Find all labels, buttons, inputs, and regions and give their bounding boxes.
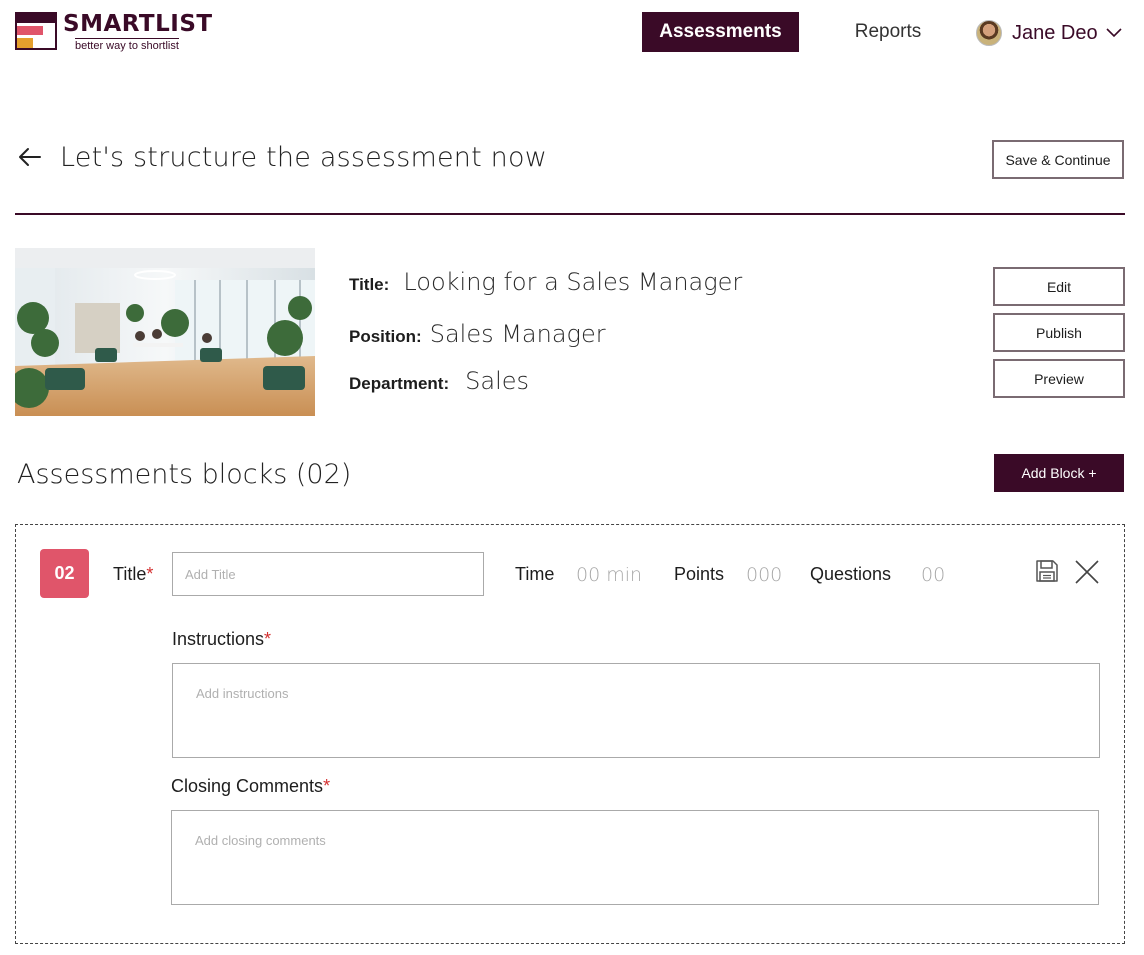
- time-value: 00 min: [576, 564, 643, 586]
- points-label: Points: [674, 564, 725, 584]
- smartlist-logo[interactable]: SMARTLIST better way to shortlist: [15, 11, 215, 52]
- instructions-label: Instructions*: [172, 629, 272, 649]
- required-mark: *: [264, 629, 272, 649]
- closing-comments-input[interactable]: [171, 810, 1099, 905]
- instructions-input[interactable]: [172, 663, 1100, 758]
- assessment-title: Looking for a Sales Manager: [403, 268, 743, 296]
- required-mark: *: [146, 564, 154, 584]
- block-title-label: Title*: [113, 564, 154, 584]
- publish-button[interactable]: Publish: [993, 313, 1125, 352]
- assessment-department: Sales: [465, 367, 530, 395]
- back-arrow-icon[interactable]: [16, 143, 44, 171]
- logo-mark-icon: [15, 12, 57, 50]
- block-title-input[interactable]: [172, 552, 484, 596]
- assessment-department-row: Department: Sales: [349, 367, 529, 395]
- position-label: Position:: [349, 327, 422, 346]
- close-icon[interactable]: [1074, 559, 1100, 590]
- logo-name: SMARTLIST: [63, 11, 213, 37]
- logo-tagline: better way to shortlist: [75, 38, 179, 52]
- points-value: 000: [746, 564, 783, 586]
- header-divider: [15, 213, 1125, 215]
- nav-assessments[interactable]: Assessments: [642, 12, 799, 52]
- blocks-heading: Assessments blocks (02): [17, 459, 352, 490]
- closing-comments-label: Closing Comments*: [171, 776, 331, 796]
- required-mark: *: [323, 776, 331, 796]
- chevron-down-icon: [1106, 28, 1122, 38]
- block-number-badge: 02: [40, 549, 89, 598]
- time-label: Time: [515, 564, 555, 584]
- user-menu[interactable]: Jane Deo: [976, 17, 1122, 49]
- assessment-position: Sales Manager: [429, 320, 606, 348]
- preview-button[interactable]: Preview: [993, 359, 1125, 398]
- save-continue-button[interactable]: Save & Continue: [992, 140, 1124, 179]
- title-label: Title:: [349, 275, 390, 294]
- save-icon[interactable]: [1035, 559, 1059, 588]
- assessment-position-row: Position: Sales Manager: [349, 320, 606, 348]
- questions-value: 00: [921, 564, 946, 586]
- department-label: Department:: [349, 374, 450, 393]
- nav-reports[interactable]: Reports: [838, 12, 938, 52]
- add-block-button[interactable]: Add Block +: [994, 454, 1124, 492]
- page-title: Let's structure the assessment now: [60, 142, 547, 173]
- questions-label: Questions: [810, 564, 892, 584]
- assessment-title-row: Title: Looking for a Sales Manager: [349, 268, 742, 296]
- edit-button[interactable]: Edit: [993, 267, 1125, 306]
- assessment-block-card: 02 Title* Time 00 min Points 000 Questio…: [15, 524, 1125, 944]
- avatar: [976, 20, 1002, 46]
- assessment-cover-image: [15, 248, 315, 416]
- user-name: Jane Deo: [1012, 21, 1098, 44]
